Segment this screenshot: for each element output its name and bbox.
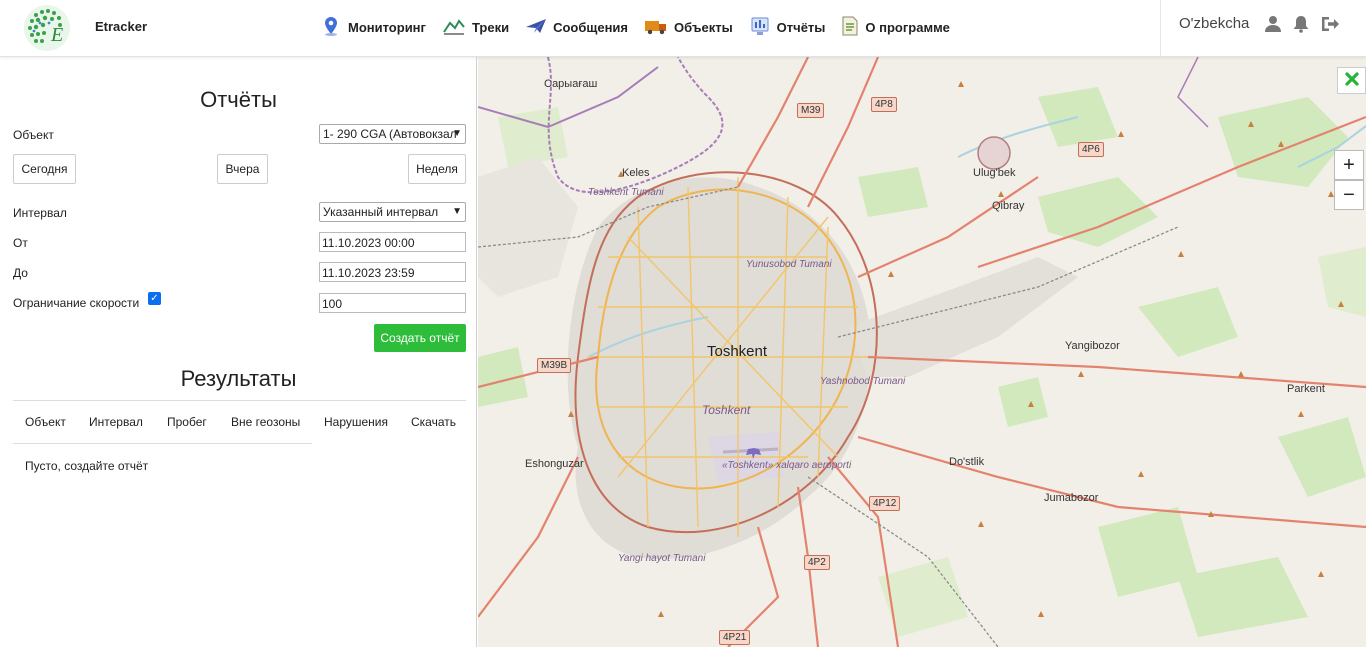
header-actions	[1264, 15, 1349, 33]
interval-select[interactable]: Указанный интервал ▼	[319, 202, 466, 222]
speed-limit-input[interactable]: 100	[319, 293, 466, 313]
place-eshonguzar: Eshonguzar	[525, 458, 584, 470]
object-label: Объект	[13, 128, 54, 142]
speed-limit-checkbox[interactable]: ✓	[148, 292, 161, 305]
map-view[interactable]: Сарыағаш Keles Toshkent Tumani Yunusobod…	[478, 57, 1366, 647]
district-yangi-hayot: Yangi hayot Tumani	[618, 553, 706, 564]
place-ulugbek: Ulug'bek	[973, 167, 1016, 179]
nav-messages-label: Сообщения	[553, 19, 629, 35]
road-shield-4p21: 4P21	[719, 630, 751, 645]
col-object: Объект	[25, 415, 66, 429]
report-icon	[749, 15, 777, 40]
user-icon[interactable]	[1264, 15, 1282, 33]
road-shield-m39b: M39B	[537, 358, 572, 373]
nav-about[interactable]: О программе	[841, 15, 950, 40]
tracks-icon	[442, 15, 472, 40]
divider	[13, 400, 466, 401]
nav-tracks-label: Треки	[471, 19, 510, 35]
zoom-in-button[interactable]: +	[1334, 150, 1364, 180]
zoom-out-button[interactable]: −	[1334, 180, 1364, 210]
svg-text:E: E	[50, 24, 63, 46]
week-button[interactable]: Неделя	[408, 154, 466, 184]
nav-about-label: О программе	[865, 19, 950, 35]
plane-message-icon	[525, 15, 553, 40]
language-selector[interactable]: O'zbekcha	[1179, 15, 1249, 32]
nav-messages[interactable]: Сообщения	[525, 15, 628, 40]
truck-icon	[644, 15, 674, 40]
header-divider	[1160, 0, 1161, 57]
col-interval: Интервал	[89, 415, 143, 429]
nav-reports-label: Отчёты	[776, 19, 826, 35]
road-shield-4p8: 4P8	[871, 97, 897, 112]
col-mileage: Пробег	[167, 415, 207, 429]
place-dostlik: Do'stlik	[949, 456, 985, 468]
brand-name: Etracker	[95, 19, 148, 34]
reports-panel: Отчёты Объект 1- 290 CGA (Автовокзал ▼ С…	[0, 57, 477, 647]
place-parkent: Parkent	[1287, 383, 1325, 395]
table-header-divider	[13, 443, 312, 444]
place-jumabozor: Jumabozor	[1044, 492, 1099, 504]
nav-objects[interactable]: Объекты	[644, 15, 733, 40]
road-shield-4p12: 4P12	[869, 496, 901, 511]
today-button[interactable]: Сегодня	[13, 154, 76, 184]
col-outside-geofence: Вне геозоны	[231, 415, 301, 429]
chevron-down-icon: ▼	[452, 128, 462, 139]
place-qibray: Qibray	[992, 200, 1025, 212]
place-toshkent: Toshkent	[707, 343, 768, 360]
district-yunusobod: Yunusobod Tumani	[746, 259, 832, 270]
place-yangibozor: Yangibozor	[1065, 340, 1120, 352]
document-icon	[841, 15, 865, 40]
close-map-button[interactable]	[1337, 67, 1366, 94]
main-nav: Мониторинг Треки Сообщения Объекты Отчёт…	[320, 15, 966, 39]
bell-icon[interactable]	[1291, 15, 1311, 33]
road-shield-4p6: 4P6	[1078, 142, 1104, 157]
panel-title: Отчёты	[200, 87, 277, 112]
nav-reports[interactable]: Отчёты	[749, 15, 826, 40]
nav-monitoring[interactable]: Мониторинг	[320, 15, 426, 40]
from-label: От	[13, 236, 28, 250]
district-toshkent-tumani: Toshkent Tumani	[588, 187, 664, 198]
to-label: До	[13, 266, 28, 280]
district-yashnobod: Yashnobod Tumani	[820, 376, 906, 387]
logout-icon[interactable]	[1320, 15, 1340, 33]
to-date-input[interactable]: 11.10.2023 23:59	[319, 262, 466, 282]
map-canvas	[478, 57, 1366, 647]
top-header: E Etracker Мониторинг Треки Сообщения Об…	[0, 0, 1366, 57]
object-select-value: 1- 290 CGA (Автовокзал	[323, 127, 457, 141]
col-download: Скачать	[411, 415, 456, 429]
chevron-down-icon: ▼	[452, 206, 462, 217]
create-report-button[interactable]: Создать отчёт	[374, 324, 466, 352]
close-icon	[1344, 71, 1360, 90]
speed-limit-label: Ограничание скорости	[13, 296, 140, 310]
from-date-input[interactable]: 11.10.2023 00:00	[319, 232, 466, 252]
place-keles: Keles	[622, 167, 650, 179]
place-toshkent-italic: Toshkent	[702, 403, 751, 417]
object-select[interactable]: 1- 290 CGA (Автовокзал ▼	[319, 124, 466, 144]
road-shield-m39: M39	[797, 103, 825, 118]
place-sarygash: Сарыағаш	[544, 78, 598, 90]
etracker-logo[interactable]: E	[22, 3, 72, 53]
yesterday-button[interactable]: Вчера	[217, 154, 268, 184]
place-airport: «Toshkent» xalqaro aeroporti	[722, 460, 851, 471]
nav-objects-label: Объекты	[674, 19, 733, 35]
results-title: Результаты	[180, 366, 297, 391]
col-violations: Нарушения	[324, 415, 389, 429]
map-pin-icon	[320, 15, 348, 40]
road-shield-4p2: 4P2	[804, 555, 830, 570]
interval-select-value: Указанный интервал	[323, 205, 439, 219]
empty-results-message: Пусто, создайте отчёт	[25, 459, 149, 473]
nav-monitoring-label: Мониторинг	[348, 19, 426, 35]
nav-tracks[interactable]: Треки	[442, 15, 509, 40]
interval-label: Интервал	[13, 206, 67, 220]
